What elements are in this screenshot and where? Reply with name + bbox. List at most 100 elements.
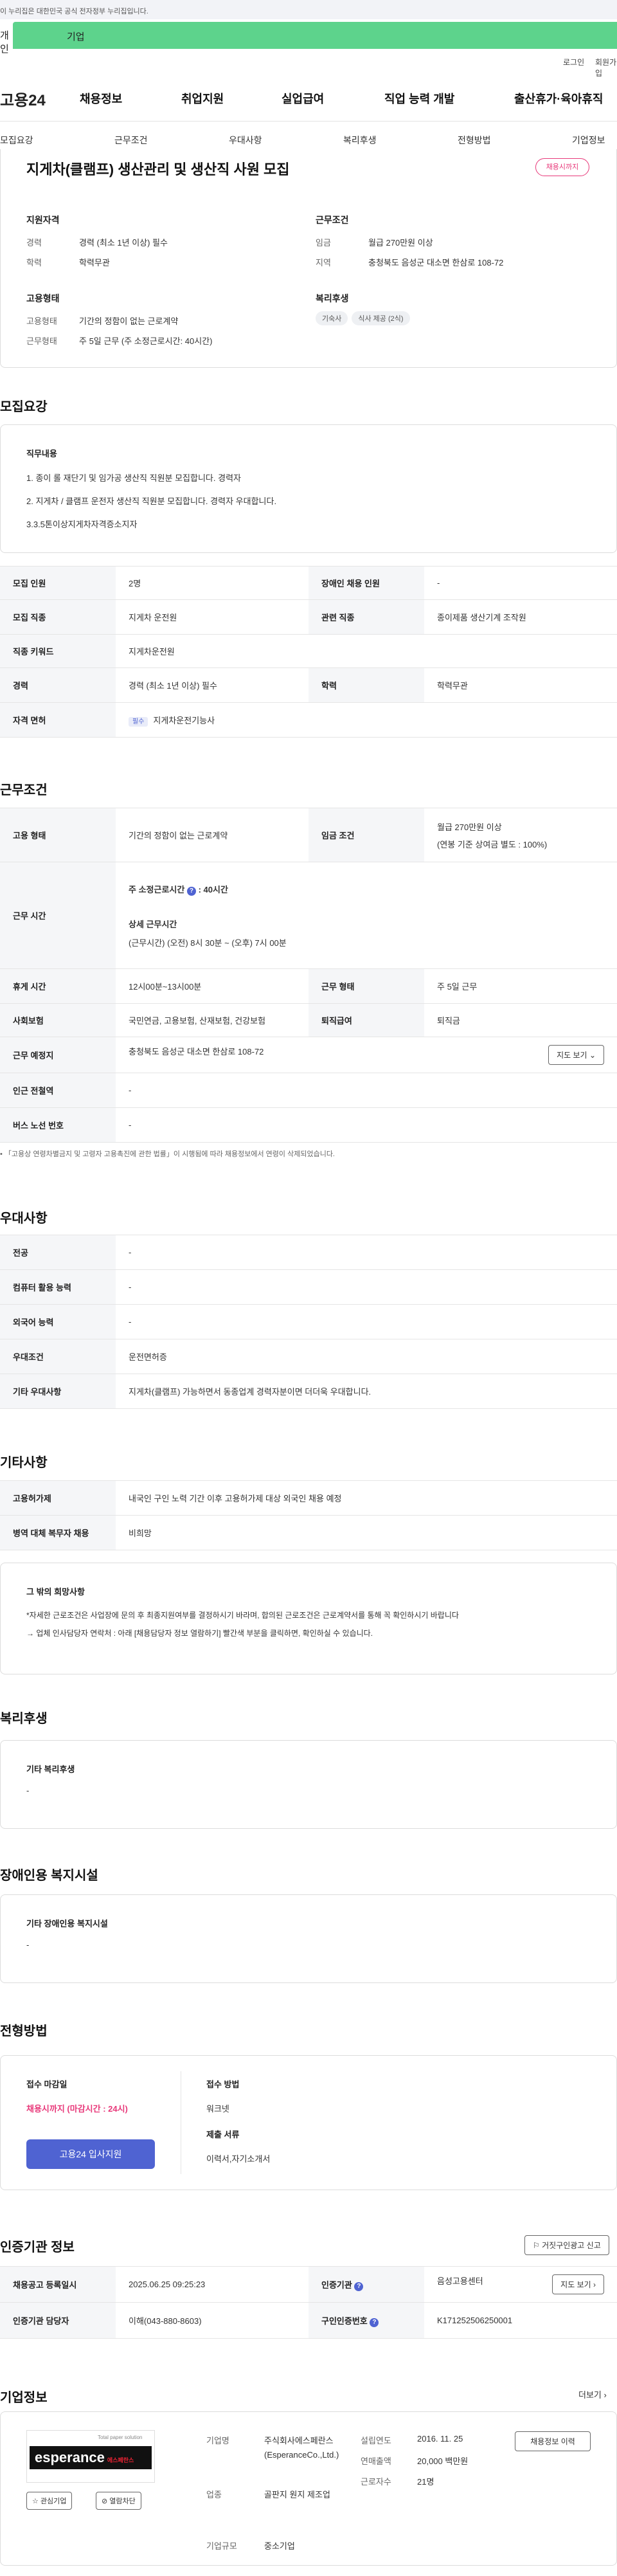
login-link[interactable]: 로그인 (563, 57, 584, 68)
site-logo[interactable]: 고용24 (0, 87, 46, 110)
wage-line: (연봉 기준 상여금 별도 : 100%) (437, 839, 548, 849)
company-logo: Total paper solution esperance 에스페란스 (26, 2430, 155, 2483)
employees-value: 21명 (417, 2477, 434, 2487)
agency-map-label: 지도 보기 (560, 2280, 591, 2289)
tab-person[interactable]: 개인 (0, 19, 13, 55)
table-header: 우대조건 (0, 1339, 116, 1374)
table-header: 고용허가제 (0, 1480, 116, 1516)
table-header: 인근 전철역 (0, 1073, 116, 1108)
gnb-item-parental-leave[interactable]: 출산휴가·육아휴직 (514, 90, 603, 107)
table-cell: - (116, 1269, 617, 1305)
section-title-preference: 우대사항 (0, 1211, 48, 1226)
table-row: 근무 예정지 충청북도 음성군 대소면 한삼로 108-72 지도 보기 ⌄ (0, 1037, 617, 1073)
subnav-welfare[interactable]: 복리후생 (343, 134, 377, 147)
table-cell: - (116, 1073, 617, 1108)
work-place-value: 충청북도 음성군 대소면 한삼로 108-72 (129, 1047, 264, 1057)
table-row: 모집 직종 지게차 운전원 관련 직종 종이제품 생산기계 조작원 (0, 599, 617, 635)
info-icon[interactable]: ? (186, 886, 196, 896)
employment-type-label: 고용형태 (26, 316, 57, 326)
section-title-process: 전형방법 (0, 2024, 48, 2038)
logo-mark: esperance 에스페란스 (30, 2446, 152, 2469)
table-row: 인근 전철역 - (0, 1073, 617, 1108)
favorite-company-button[interactable]: ☆ 관심기업 (26, 2492, 73, 2510)
table-header: 경력 (0, 667, 116, 703)
company-size-label: 기업규모 (206, 2541, 237, 2551)
report-icon: ⚐ (533, 2241, 540, 2250)
subnav-preference[interactable]: 우대사항 (229, 134, 262, 147)
table-row: 사회보험 국민연금, 고용보험, 산재보험, 건강보험 퇴직급여 퇴직금 (0, 1003, 617, 1037)
table-header: 컴퓨터 활용 능력 (0, 1269, 116, 1305)
table-header: 사회보험 (0, 1003, 116, 1037)
tab-business[interactable]: 기업 (13, 22, 617, 49)
subnav-process[interactable]: 전형방법 (458, 134, 491, 147)
tab-business-label: 기업 (67, 32, 85, 42)
table-row: 채용공고 등록일시 2025.06.25 09:25:23 인증기관 ? 음성고용센터… (0, 2266, 617, 2303)
work-form-label: 근무형태 (26, 336, 57, 346)
logo-tagline: Total paper solution (98, 2435, 143, 2440)
table-cell: - (116, 1235, 617, 1270)
duty-box: 직무내용 1. 종이 롤 재단기 및 임가공 생산직 직원분 모집합니다. 경력… (0, 424, 617, 553)
subnav-company[interactable]: 기업정보 (572, 134, 605, 147)
documents-label: 제출 서류 (206, 2130, 240, 2139)
cert-number-label: 구인인증번호 (321, 2316, 368, 2326)
gov-banner-text: 이 누리집은 대한민국 공식 전자정부 누리집입니다. (0, 8, 148, 15)
table-cell: 2명 (116, 566, 308, 600)
license-value: 지게차운전기능사 (153, 716, 215, 725)
job-history-button[interactable]: 채용정보 이력 (515, 2431, 591, 2451)
info-icon[interactable]: ? (354, 2281, 364, 2291)
etc-wish-box: 그 밖의 희망사항 *자세한 근로조건은 사업장에 문의 후 최종지원여부를 결… (0, 1563, 617, 1674)
table-row: 컴퓨터 활용 능력 - (0, 1269, 617, 1305)
table-header: 외국어 능력 (0, 1304, 116, 1339)
career-value: 경력 (최소 1년 이상) 필수 (79, 238, 168, 248)
table-cell: 비희망 (116, 1515, 617, 1550)
table-cell: 지게차운전원 (116, 634, 617, 668)
chevron-right-icon: › (593, 2280, 596, 2289)
company-more-link[interactable]: 더보기 › (578, 2388, 607, 2400)
education-label: 학력 (26, 258, 42, 268)
table-row: 휴게 시간 12시00분~13시00분 근무 형태 주 5일 근무 (0, 968, 617, 1004)
recruit-table: 모집 인원 2명 장애인 채용 인원 - 모집 직종 지게차 운전원 관련 직종 종이제품 … (0, 566, 617, 738)
section-title-disabled: 장애인용 복지시설 (0, 1869, 98, 1883)
company-name-value: 주식회사에스페란스(EsperanceCo.,Ltd.) (264, 2436, 339, 2460)
table-header: 인증기관 담당자 (0, 2302, 116, 2339)
employment-type-value: 기간의 정함이 없는 근로계약 (79, 316, 179, 326)
table-cell: 기간의 정함이 없는 근로계약 (116, 808, 308, 862)
subnav-conditions[interactable]: 근무조건 (114, 134, 148, 147)
table-header: 인증기관 ? (308, 2266, 424, 2303)
block-view-button[interactable]: ⊘ 열람차단 (96, 2492, 141, 2510)
info-icon[interactable]: ? (370, 2317, 379, 2327)
preference-table: 전공 - 컴퓨터 활용 능력 - 외국어 능력 - 우대조건 운전면허증 기타 우대사항… (0, 1235, 617, 1409)
agency-table: 채용공고 등록일시 2025.06.25 09:25:23 인증기관 ? 음성고용센터… (0, 2266, 617, 2339)
agency-map-button[interactable]: 지도 보기 › (552, 2274, 604, 2294)
gnb-item-unemployment-benefit[interactable]: 실업급여 (282, 90, 324, 107)
subnav-recruit[interactable]: 모집요강 (0, 134, 33, 147)
table-cell: 월급 270만원 이상 (연봉 기준 상여금 별도 : 100%) (424, 808, 617, 862)
welfare-chips: 기숙사 식사 제공 (2식) (316, 311, 414, 325)
duty-heading: 직무내용 (26, 449, 57, 458)
table-row: 경력 경력 (최소 1년 이상) 필수 학력 학력무관 (0, 667, 617, 703)
join-link[interactable]: 회원가입 (595, 57, 617, 78)
gnb-item-jobs[interactable]: 채용정보 (80, 90, 122, 107)
star-icon: ☆ (32, 2498, 39, 2505)
false-ad-report-button[interactable]: ⚐ 거짓구인광고 신고 (524, 2235, 609, 2255)
founded-label: 설립연도 (361, 2436, 391, 2445)
agency-label: 인증기관 (321, 2280, 352, 2290)
table-header: 장애인 채용 인원 (308, 566, 424, 600)
favorite-label: 관심기업 (40, 2498, 67, 2505)
section-title-conditions: 근무조건 (0, 783, 48, 797)
block-label: 열람차단 (109, 2498, 136, 2505)
gnb-item-vocational-training[interactable]: 직업 능력 개발 (384, 90, 454, 107)
map-view-button[interactable]: 지도 보기 ⌄ (548, 1045, 604, 1065)
table-row: 인증기관 담당자 이해(043-880-8603) 구인인증번호 ? K1712525… (0, 2302, 617, 2339)
welfare-chip: 기숙사 (316, 311, 348, 325)
apply-button[interactable]: 고용24 입사지원 (26, 2139, 155, 2169)
false-ad-report-label: 거짓구인광고 신고 (542, 2241, 601, 2250)
table-header: 모집 직종 (0, 599, 116, 635)
table-cell: - (116, 1107, 617, 1143)
gnb-item-employment-support[interactable]: 취업지원 (181, 90, 224, 107)
wage-value: 월급 270만원 이상 (368, 238, 433, 248)
etc-wish-line: → 업체 인사담당자 연락처 : 아래 [채용담당자 정보 열람하기] 빨간색 … (26, 1629, 373, 1638)
chevron-right-icon: › (604, 2390, 607, 2400)
section-title-etc: 기타사항 (0, 1456, 48, 1470)
table-cell: 필수 지게차운전기능사 (116, 702, 617, 738)
